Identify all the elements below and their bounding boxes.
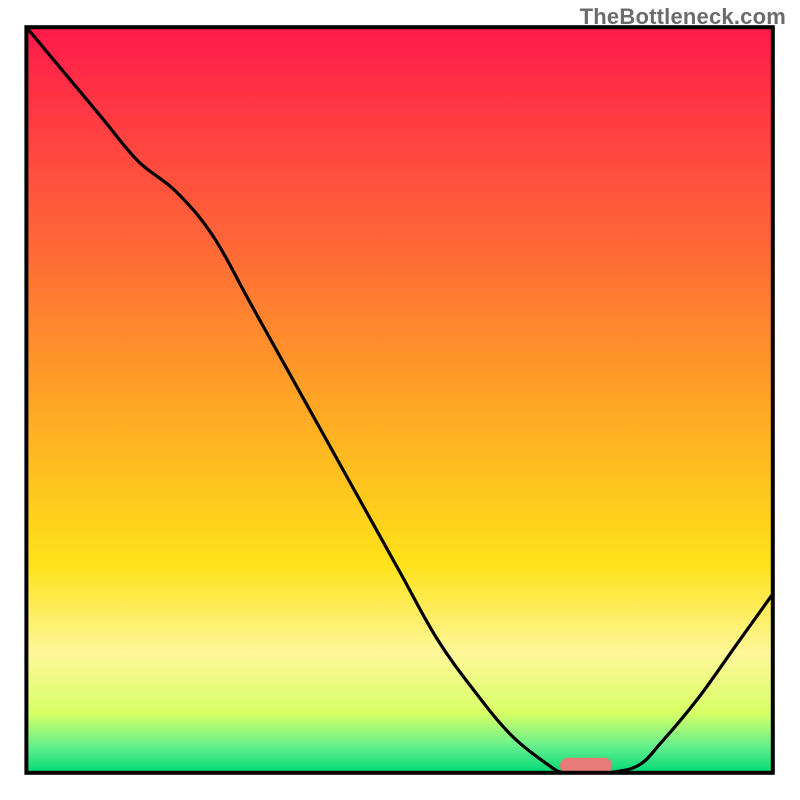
chart-stage: TheBottleneck.com <box>0 0 800 800</box>
gradient-background <box>26 27 772 773</box>
plot-area <box>26 27 772 774</box>
bottleneck-chart <box>0 0 800 800</box>
